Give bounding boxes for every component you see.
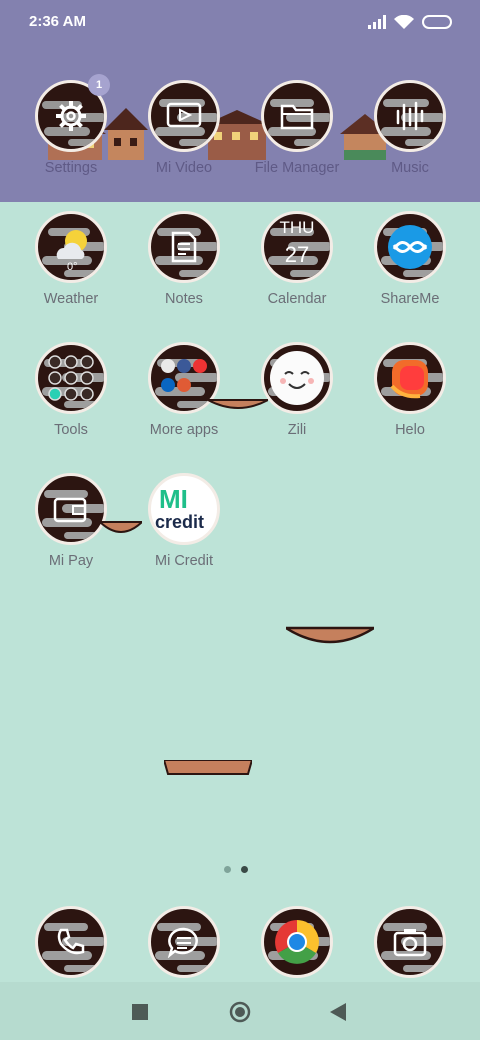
dock-phone[interactable] [15,906,127,978]
app-tools[interactable]: Tools [15,342,127,438]
play-icon [148,80,220,152]
helo-icon [374,342,446,414]
calendar-icon: THU 27 [261,211,333,283]
home-button[interactable] [229,1001,251,1023]
camera-icon [374,906,446,978]
recents-button[interactable] [132,1004,148,1020]
app-label: ShareMe [380,291,440,307]
wifi-icon [394,14,414,29]
wallpaper-smile [100,521,142,533]
shareme-icon [374,211,446,283]
status-time: 2:36 AM [29,13,86,30]
app-calendar[interactable]: THU 27 Calendar [241,211,353,307]
app-label: Notes [165,291,203,307]
app-notes[interactable]: Notes [128,211,240,307]
app-shareme[interactable]: ShareMe [354,211,466,307]
dock-messaging[interactable] [128,906,240,978]
app-label: Settings [44,160,98,176]
app-label: Helo [395,422,425,438]
message-icon [148,906,220,978]
app-label: Mi Credit [154,553,213,569]
app-weather[interactable]: 0° Weather [15,211,127,307]
app-music[interactable]: Music [354,80,466,176]
app-more-apps[interactable]: More apps [128,342,240,438]
notes-icon [148,211,220,283]
page-indicator [224,866,248,873]
wallet-icon [35,473,107,545]
mi-credit-icon: MI credit [148,473,220,545]
app-label: Calendar [267,291,327,307]
wallpaper-smile [208,399,268,409]
app-helo[interactable]: Helo [354,342,466,438]
app-label: Weather [43,291,99,307]
app-label: More apps [149,422,219,438]
app-label: File Manager [254,160,340,176]
navigation-bar [0,982,480,1040]
notification-badge: 1 [88,74,110,96]
calendar-date: 27 [284,242,310,267]
phone-icon [35,906,107,978]
app-label: Zili [287,422,307,438]
status-bar: 2:36 AM [0,0,480,44]
chrome-icon [261,906,333,978]
dock-chrome[interactable] [241,906,353,978]
weather-icon: 0° [35,211,107,283]
app-mi-video[interactable]: Mi Video [128,80,240,176]
app-label: Mi Video [155,160,213,176]
page-dot[interactable] [224,866,231,873]
app-label: Mi Pay [48,553,94,569]
music-icon [374,80,446,152]
app-mi-credit[interactable]: MI credit Mi Credit [128,473,240,569]
mi-credit-logo-sub: credit [155,512,205,532]
zili-icon [261,342,333,414]
back-button[interactable] [330,1003,346,1021]
wallpaper-smile [164,760,252,775]
dock-camera[interactable] [354,906,466,978]
weather-temperature: 0° [67,261,78,273]
folder-icon [261,80,333,152]
app-label: Music [391,160,429,176]
app-settings[interactable]: 1 Settings [15,74,127,176]
app-file-manager[interactable]: File Manager [241,80,353,176]
page-dot-active[interactable] [241,866,248,873]
signal-icon [368,15,386,29]
app-label: Tools [54,422,88,438]
wallpaper-smile [286,626,374,644]
mi-credit-logo: MI [159,484,188,514]
app-zili[interactable]: Zili [241,342,353,438]
tools-folder-icon [35,342,107,414]
calendar-day: THU [279,218,315,237]
battery-icon [422,15,452,29]
